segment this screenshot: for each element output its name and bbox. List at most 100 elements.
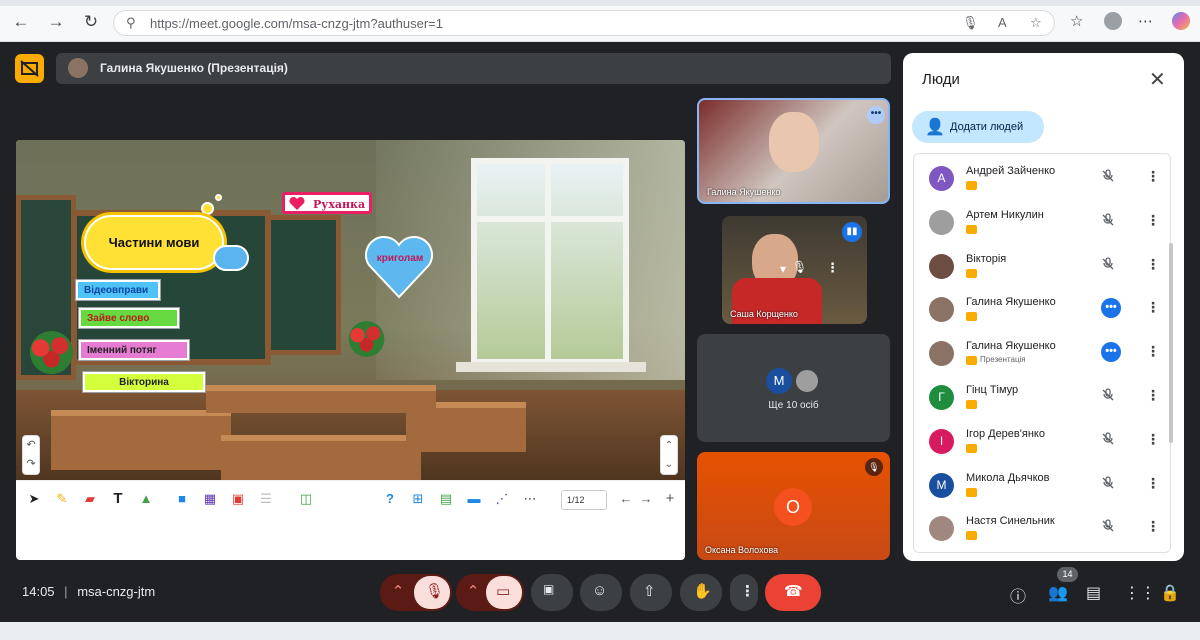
- eraser-tool-icon[interactable]: ▰: [82, 491, 98, 507]
- activities-tool-icon[interactable]: ◫: [298, 491, 314, 507]
- more-options-button[interactable]: ⋮: [730, 574, 758, 611]
- presenter-video-tile[interactable]: ••• Галина Якушенко: [697, 98, 890, 204]
- host-controls-icon[interactable]: 🔒: [1160, 583, 1180, 603]
- mic-off-icon[interactable]: [1101, 475, 1115, 493]
- present-button[interactable]: ⇧: [630, 574, 672, 611]
- more-tools-icon[interactable]: ⋯: [522, 491, 538, 507]
- mic-off-icon[interactable]: [1101, 388, 1115, 405]
- image-insert-icon[interactable]: ▤: [438, 491, 454, 507]
- people-icon[interactable]: 👥: [1048, 583, 1068, 603]
- tile-more-icon[interactable]: •••: [867, 106, 885, 124]
- chat-icon[interactable]: ▤: [1086, 583, 1101, 603]
- participant-options-icon[interactable]: ⋮: [1146, 387, 1160, 404]
- select-tool-icon[interactable]: ➤: [26, 491, 42, 507]
- share-icon[interactable]: ⋰: [494, 491, 510, 507]
- menu-dots-icon[interactable]: ⋯: [1138, 12, 1153, 30]
- leave-call-button[interactable]: ☎: [765, 574, 821, 611]
- reactions-button[interactable]: ☺: [580, 574, 622, 611]
- mic-off-icon[interactable]: [1101, 256, 1115, 274]
- mic-off-icon[interactable]: [1101, 432, 1115, 449]
- participant-row[interactable]: Галина Якушенко ••• ⋮: [914, 288, 1170, 331]
- url-text[interactable]: https://meet.google.com/msa-cnzg-jtm?aut…: [150, 16, 443, 31]
- participant-row[interactable]: Настя Синельник ⋮: [914, 507, 1170, 550]
- participant-row[interactable]: Артем Никулин ⋮: [914, 201, 1170, 244]
- folder-icon[interactable]: ▬: [466, 491, 482, 507]
- parts-of-speech-cloud[interactable]: Частини мови: [84, 215, 224, 270]
- shapes-tool-icon[interactable]: ▲: [138, 491, 154, 507]
- mic-off-icon[interactable]: [1101, 169, 1115, 186]
- participant-row[interactable]: Вікторія ⋮: [914, 245, 1170, 288]
- odd-word-tag[interactable]: Зайве слово: [79, 308, 179, 328]
- next-page-icon[interactable]: →: [638, 491, 654, 507]
- notes-tool-icon[interactable]: ☰: [258, 491, 274, 507]
- oksana-video-tile[interactable]: О 🎙 Оксана Волохова: [697, 452, 890, 560]
- prev-page-icon[interactable]: ←: [618, 491, 634, 507]
- camera-options-icon[interactable]: ⌃: [465, 582, 481, 600]
- participant-row[interactable]: М Микола Дьячков ⋮: [914, 464, 1170, 507]
- add-people-button[interactable]: 👤 Додати людей: [912, 111, 1044, 143]
- mic-off-icon[interactable]: [1101, 213, 1115, 230]
- mic-toggle-button[interactable]: 🎙: [414, 576, 450, 609]
- heart-shape[interactable]: [364, 235, 434, 299]
- library-tool-icon[interactable]: ▣: [230, 491, 246, 507]
- participant-row[interactable]: І Ігор Дерев'янко ⋮: [914, 420, 1170, 463]
- participant-options-icon[interactable]: ⋮: [1146, 343, 1160, 360]
- widgets-tool-icon[interactable]: ▦: [202, 491, 218, 507]
- shared-slide[interactable]: Частини мови Руханка криголам Відеовправ…: [16, 140, 685, 560]
- add-page-icon[interactable]: ⊞: [410, 491, 426, 507]
- forward-icon[interactable]: →: [45, 11, 67, 33]
- tile-mic-icon[interactable]: 🎙: [792, 260, 807, 274]
- participant-more-icon[interactable]: •••: [1101, 342, 1121, 363]
- read-aloud-icon[interactable]: A: [998, 15, 1007, 30]
- mic-off-icon[interactable]: [1101, 519, 1115, 536]
- slide-scroll-control[interactable]: ⌃ ⌄: [660, 435, 678, 475]
- copilot-icon[interactable]: [1172, 12, 1190, 30]
- participant-options-icon[interactable]: ⋮: [1146, 431, 1160, 448]
- tab-strip[interactable]: [0, 0, 1200, 6]
- text-tool-icon[interactable]: T: [110, 491, 126, 507]
- tile-options-icon[interactable]: ⋮: [826, 260, 839, 276]
- more-participants-tile[interactable]: М Ще 10 осіб: [697, 334, 890, 442]
- link-cloud[interactable]: [213, 245, 249, 271]
- classroom-badge-icon: [966, 224, 977, 234]
- close-icon[interactable]: ✕: [1149, 67, 1166, 92]
- site-info-icon[interactable]: ⚲: [126, 15, 136, 31]
- participant-options-icon[interactable]: ⋮: [1146, 168, 1160, 185]
- page-indicator[interactable]: 1/12: [561, 490, 607, 510]
- participant-options-icon[interactable]: ⋮: [1146, 299, 1160, 316]
- participant-row[interactable]: Галина Якушенко Презентація ••• ⋮: [914, 332, 1170, 375]
- presentation-icon[interactable]: [15, 54, 44, 83]
- participant-options-icon[interactable]: ⋮: [1146, 475, 1160, 492]
- participant-options-icon[interactable]: ⋮: [1146, 518, 1160, 535]
- back-icon[interactable]: ←: [10, 11, 32, 33]
- address-bar[interactable]: ⚲ https://meet.google.com/msa-cnzg-jtm?a…: [113, 10, 1055, 36]
- quiz-tag[interactable]: Вікторина: [83, 372, 205, 392]
- participant-row[interactable]: Г Гінц Тімур ⋮: [914, 376, 1170, 419]
- favorites-icon[interactable]: ☆: [1070, 12, 1083, 30]
- favorite-star-icon[interactable]: ☆: [1030, 15, 1042, 31]
- pen-tool-icon[interactable]: ✎: [54, 491, 70, 507]
- noun-train-tag[interactable]: Іменний потяг: [79, 340, 189, 360]
- meeting-details-icon[interactable]: ⓘ: [1010, 583, 1026, 607]
- participant-more-icon[interactable]: •••: [1101, 298, 1121, 319]
- participant-options-icon[interactable]: ⋮: [1146, 256, 1160, 273]
- mic-options-icon[interactable]: ⌃: [390, 582, 406, 600]
- camera-toggle-button[interactable]: ▭: [486, 576, 522, 609]
- activities-icon[interactable]: ⋮⋮: [1124, 583, 1156, 603]
- captions-button[interactable]: ▣: [531, 574, 573, 611]
- reload-icon[interactable]: ↻: [80, 11, 102, 33]
- ruxanka-tag[interactable]: Руханка: [282, 192, 372, 214]
- help-icon[interactable]: ?: [382, 491, 398, 507]
- media-tool-icon[interactable]: ■: [174, 491, 190, 507]
- participant-options-icon[interactable]: ⋮: [1146, 212, 1160, 229]
- student-video-tile[interactable]: ▮▮ ▾ 🎙 ⋮ Саша Корщенко: [722, 216, 867, 324]
- undo-redo-control[interactable]: ↶ ↷: [22, 435, 40, 475]
- add-slide-icon[interactable]: +: [662, 491, 678, 507]
- pin-icon[interactable]: ▾: [780, 262, 786, 276]
- microphone-icon[interactable]: 🎙: [962, 15, 979, 31]
- video-exercises-tag[interactable]: Відеовправи: [76, 280, 160, 300]
- profile-avatar[interactable]: [1104, 12, 1122, 30]
- participants-scrollbar[interactable]: [1169, 243, 1173, 443]
- participant-row[interactable]: А Андрей Зайченко ⋮: [914, 157, 1170, 200]
- raise-hand-button[interactable]: ✋: [680, 574, 722, 611]
